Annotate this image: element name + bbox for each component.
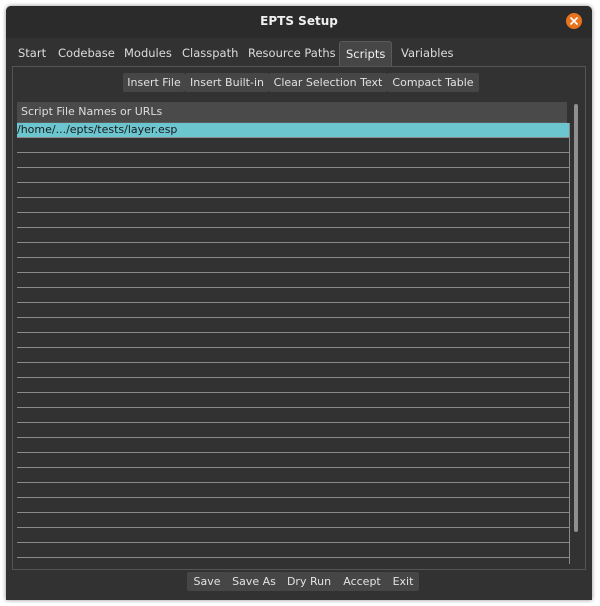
table-row[interactable] [17,408,569,423]
tab-start[interactable]: Start [12,42,52,64]
scripts-toolbar: Insert File Insert Built-in Clear Select… [13,73,585,93]
scrollbar-thumb[interactable] [574,104,578,532]
table-right-border [569,123,570,564]
table-row[interactable] [17,213,569,228]
table-row[interactable] [17,363,569,378]
table-row[interactable] [17,183,569,198]
close-button[interactable] [566,13,582,29]
table-row[interactable] [17,423,569,438]
table-row[interactable] [17,438,569,453]
insert-builtin-button[interactable]: Insert Built-in [185,73,269,92]
table-header: Script File Names or URLs [17,102,567,123]
tab-resource-paths[interactable]: Resource Paths [242,42,342,64]
table-row[interactable] [17,453,569,468]
table-row[interactable] [17,168,569,183]
table-row[interactable] [17,543,569,558]
table-row[interactable] [17,138,569,153]
table-row[interactable] [17,198,569,213]
table-row[interactable]: /home/.../epts/tests/layer.esp [17,123,569,138]
title-bar: EPTS Setup [6,6,592,38]
vertical-scrollbar[interactable] [573,102,579,560]
tab-bar: Start Codebase Modules Classpath Resourc… [12,41,586,66]
table-row[interactable] [17,288,569,303]
save-as-button[interactable]: Save As [226,572,282,591]
compact-table-button[interactable]: Compact Table [387,73,479,92]
table-row[interactable] [17,273,569,288]
save-button[interactable]: Save [187,572,227,591]
table-row[interactable] [17,378,569,393]
table-row[interactable] [17,528,569,543]
table-row[interactable] [17,498,569,513]
table-row[interactable] [17,348,569,363]
footer-buttons: Save Save As Dry Run Accept Exit [6,572,592,594]
scripts-table: Script File Names or URLs /home/.../epts… [17,102,571,564]
table-row[interactable] [17,303,569,318]
tab-scripts[interactable]: Scripts [339,41,393,66]
table-row[interactable] [17,153,569,168]
table-row[interactable] [17,318,569,333]
table-row[interactable] [17,333,569,348]
table-row[interactable] [17,258,569,273]
close-icon [570,17,578,25]
table-row[interactable] [17,228,569,243]
accept-button[interactable]: Accept [336,572,388,591]
column-header-script-files: Script File Names or URLs [21,105,163,118]
table-row[interactable] [17,243,569,258]
tab-classpath[interactable]: Classpath [176,42,244,64]
dry-run-button[interactable]: Dry Run [281,572,337,591]
window-title: EPTS Setup [260,14,338,28]
scripts-panel: Insert File Insert Built-in Clear Select… [12,66,586,570]
exit-button[interactable]: Exit [387,572,419,591]
insert-file-button[interactable]: Insert File [123,73,185,92]
setup-window: EPTS Setup Start Codebase Modules Classp… [6,6,592,600]
table-row[interactable] [17,513,569,528]
table-row[interactable] [17,393,569,408]
tab-codebase[interactable]: Codebase [52,42,121,64]
clear-selection-text-button[interactable]: Clear Selection Text [269,73,387,92]
table-rows: /home/.../epts/tests/layer.esp [17,123,569,558]
tab-modules[interactable]: Modules [118,42,178,64]
table-row[interactable] [17,468,569,483]
table-row[interactable] [17,483,569,498]
tab-variables[interactable]: Variables [395,42,460,64]
